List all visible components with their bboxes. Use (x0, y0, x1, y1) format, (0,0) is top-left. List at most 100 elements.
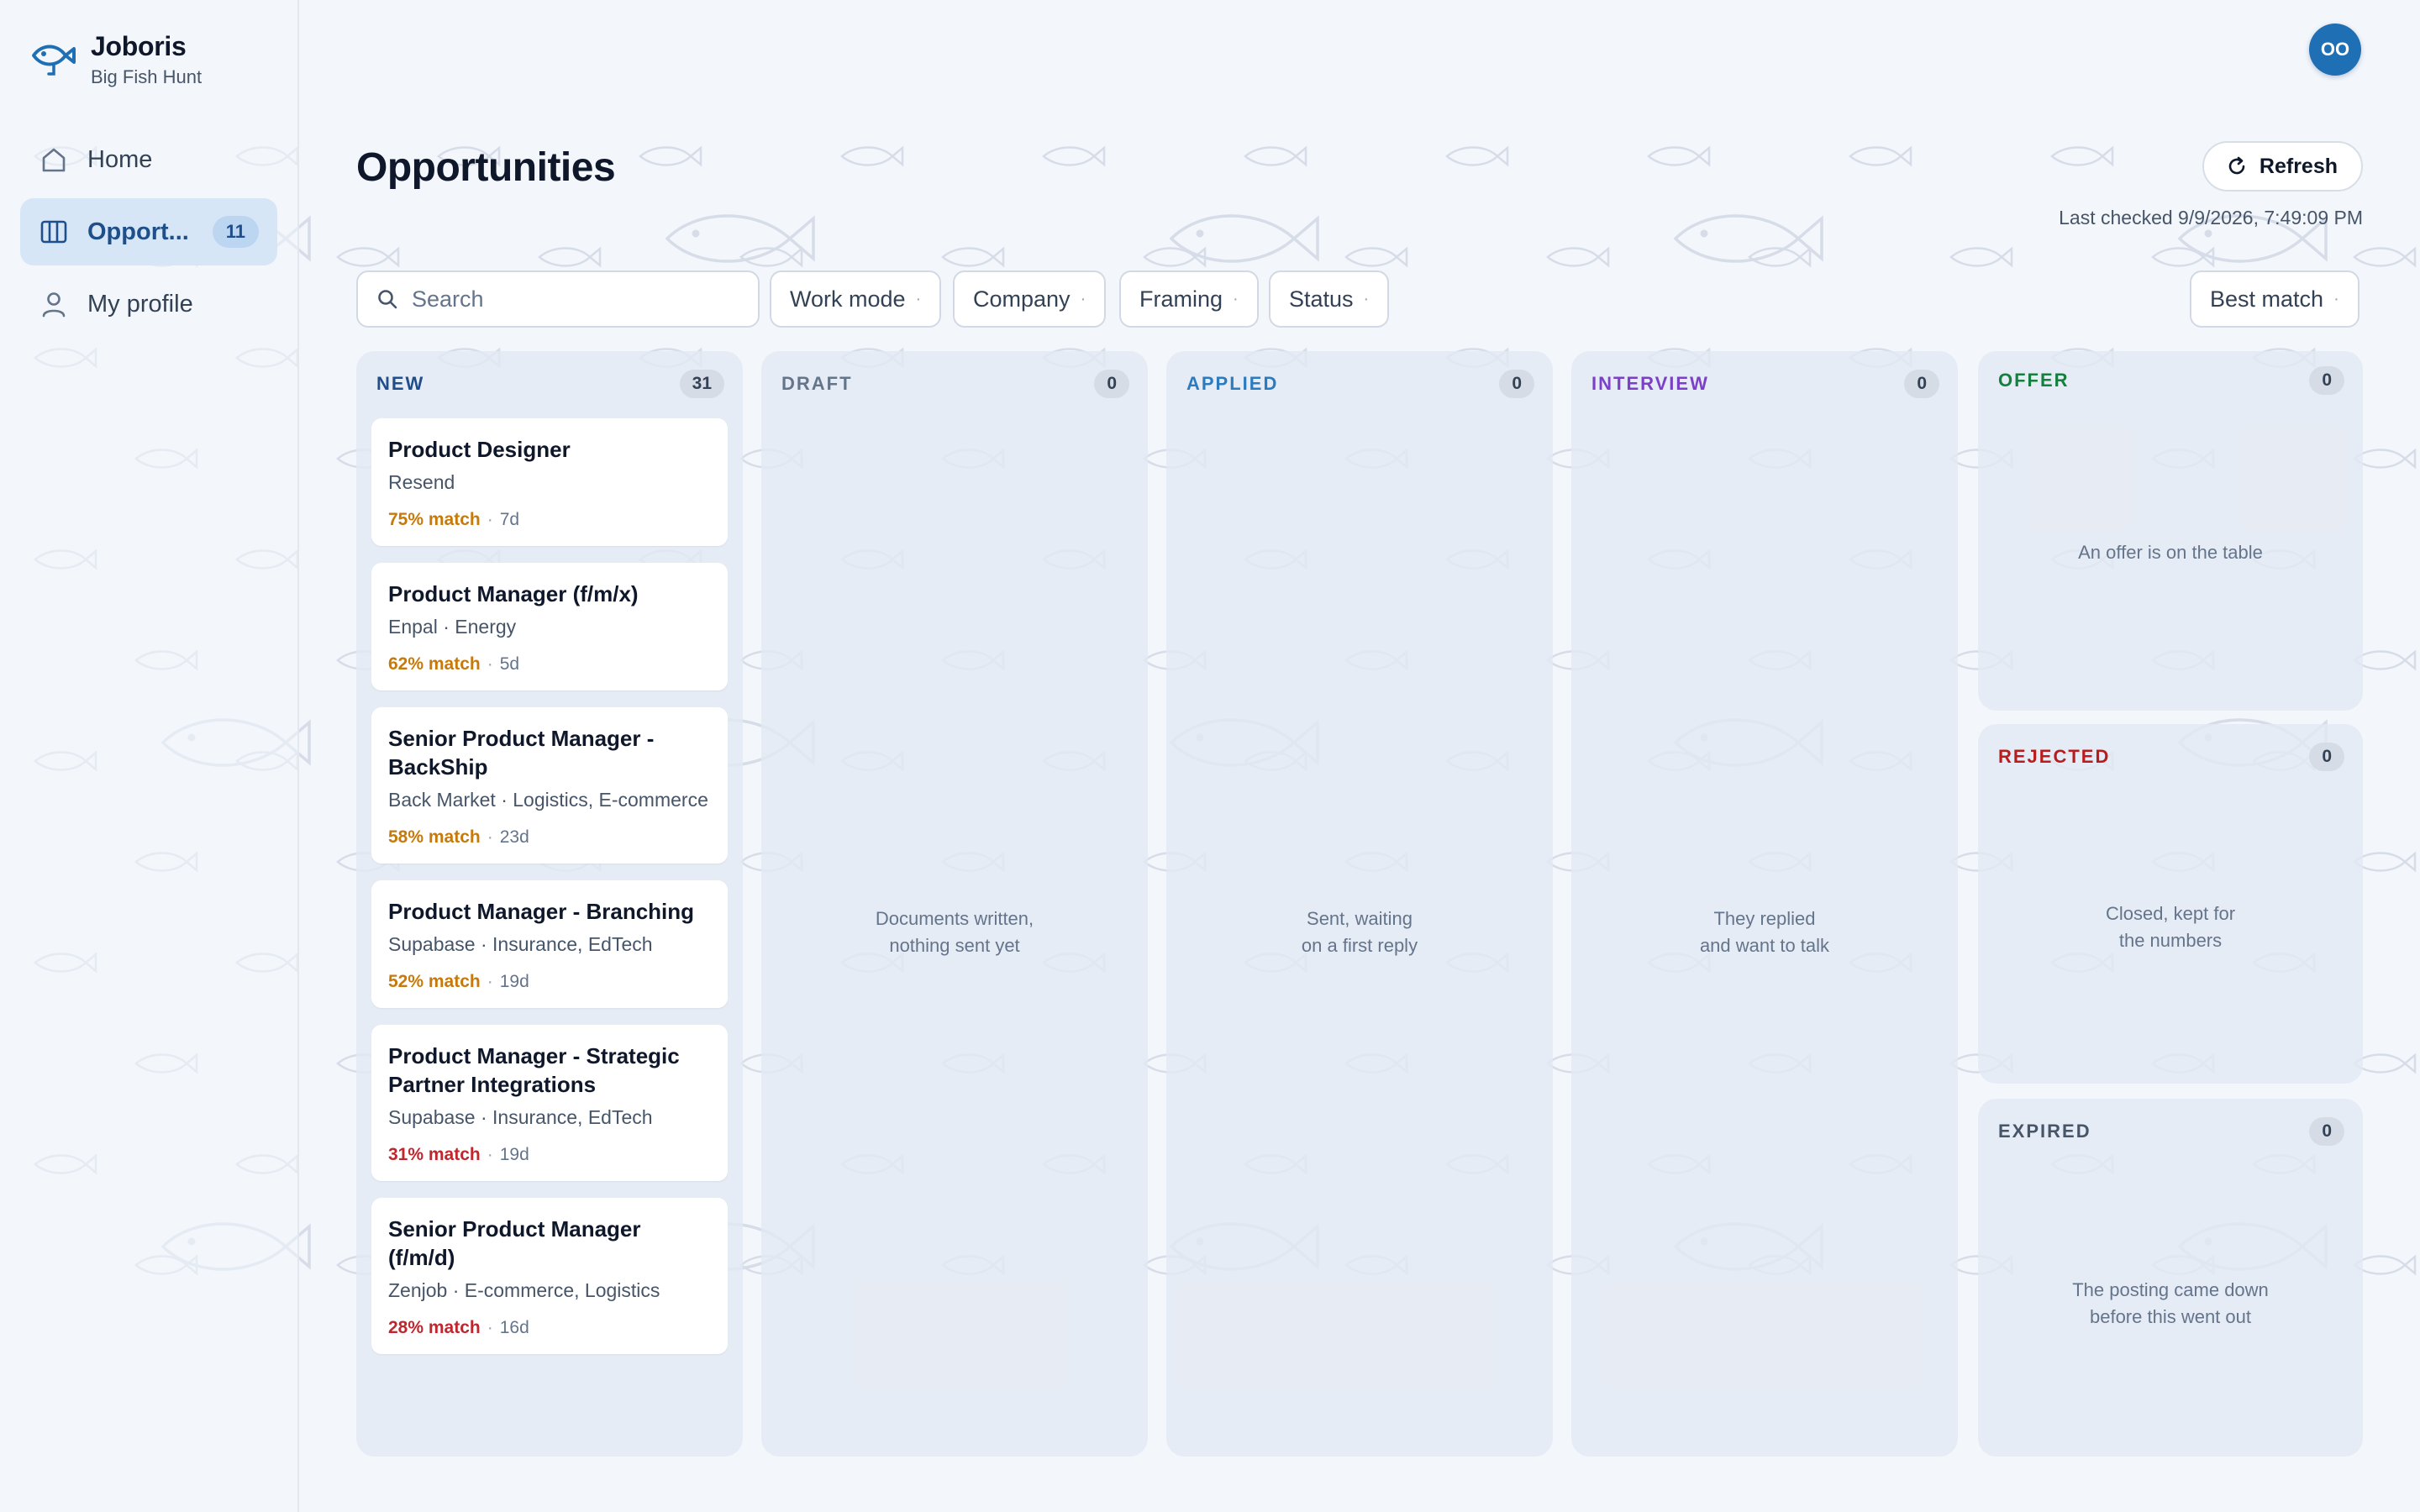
job-company: Resend (388, 471, 455, 493)
job-footer: 62% match · 5d (388, 640, 711, 690)
column-count-badge: 0 (2309, 1117, 2344, 1146)
sidebar-item-label: My profile (87, 290, 193, 318)
job-title: Senior Product Manager (f/m/d) (388, 1216, 641, 1270)
search-icon (378, 290, 397, 309)
sidebar-item-home[interactable]: Home (20, 126, 277, 193)
column-count-badge: 0 (2309, 366, 2344, 395)
column-rejected: REJECTED 0 Closed, kept for the numbers (1978, 724, 2363, 1084)
column-title: EXPIRED (1998, 1121, 2091, 1142)
status-filter[interactable]: Status · (1269, 270, 1390, 328)
column-applied: APPLIED 0 Sent, waiting on a first reply (1166, 351, 1553, 1457)
fish-pattern-small (2353, 449, 2417, 469)
column-count-badge: 0 (1904, 370, 1939, 398)
search-input[interactable] (412, 286, 731, 312)
column-empty-message: Documents written, nothing sent yet (761, 906, 1148, 959)
dropdown-dot-icon: · (1233, 289, 1239, 308)
job-footer: 31% match · 19d (388, 1131, 711, 1181)
separator-dot: · (487, 510, 493, 529)
separator-dot: · (487, 654, 493, 674)
column-interview: INTERVIEW 0 They replied and want to tal… (1571, 351, 1958, 1457)
empty-line: An offer is on the table (2078, 542, 2263, 563)
sidebar-nav: Home Opport... 11 My profile (20, 126, 277, 343)
job-card[interactable]: Senior Product Manager - BackShip Back M… (371, 707, 728, 864)
sort-dropdown-label: Best match (2210, 286, 2324, 312)
company-filter[interactable]: Company · (953, 270, 1107, 328)
status-filter-label: Status (1289, 286, 1354, 312)
column-expired: EXPIRED 0 The posting came down before t… (1978, 1099, 2363, 1457)
column-count-badge: 31 (679, 370, 724, 398)
column-count-badge: 0 (2309, 743, 2344, 771)
empty-line: The posting came down (2072, 1279, 2269, 1300)
column-header: REJECTED 0 (1998, 741, 2344, 773)
app-tagline: Big Fish Hunt (91, 66, 203, 87)
job-title: Product Manager - Branching (388, 899, 695, 924)
job-footer: 52% match · 19d (388, 958, 711, 1008)
column-count-badge: 0 (1094, 370, 1129, 398)
sidebar-item-my-profile[interactable]: My profile (20, 270, 277, 338)
match-score: 28% match (388, 1318, 481, 1337)
job-title: Senior Product Manager - BackShip (388, 726, 655, 780)
fish-pattern-small (2353, 1255, 2417, 1275)
dropdown-dot-icon: · (2333, 289, 2339, 308)
column-empty-message: The posting came down before this went o… (1978, 1277, 2363, 1331)
main-content: Opportunities Refresh Last checked 9/9/2… (356, 0, 2363, 1512)
job-card[interactable]: Product Manager - Branching Supabase · I… (371, 880, 728, 1008)
board-icon (40, 220, 67, 244)
job-card[interactable]: Product Manager - Strategic Partner Inte… (371, 1025, 728, 1181)
job-title: Product Manager - Strategic Partner Inte… (388, 1043, 680, 1097)
column-header: DRAFT 0 (781, 368, 1129, 400)
column-header: NEW 31 (376, 368, 724, 400)
framing-filter[interactable]: Framing · (1119, 270, 1259, 328)
user-avatar[interactable]: OO (2309, 24, 2361, 76)
job-card[interactable]: Senior Product Manager (f/m/d) Zenjob · … (371, 1198, 728, 1354)
job-company: Enpal · Energy (388, 616, 517, 638)
job-card[interactable]: Product Manager (f/m/x) Enpal · Energy 6… (371, 563, 728, 690)
refresh-icon (2228, 156, 2245, 175)
match-score: 52% match (388, 972, 481, 991)
empty-line: Documents written, (875, 908, 1034, 929)
dropdown-dot-icon: · (1080, 289, 1086, 308)
fish-pattern-small (2353, 247, 2417, 267)
filter-bar: Work mode · Company · Framing · Status ·… (356, 270, 2363, 328)
page-title: Opportunities (356, 145, 616, 190)
job-company: Back Market · Logistics, E-commerce (388, 789, 708, 811)
sidebar-item-opportunities[interactable]: Opport... 11 (20, 198, 277, 265)
job-company: Supabase · Insurance, EdTech (388, 1106, 653, 1128)
empty-line: the numbers (2118, 930, 2223, 951)
column-title: OFFER (1998, 370, 2070, 391)
job-footer: 58% match · 23d (388, 813, 711, 864)
job-footer: 75% match · 7d (388, 496, 711, 546)
work-mode-filter-label: Work mode (790, 286, 906, 312)
search-box[interactable] (356, 270, 760, 328)
empty-line: Closed, kept for (2105, 903, 2236, 924)
job-card[interactable]: Product Designer Resend 75% match · 7d (371, 418, 728, 546)
job-age: 16d (499, 1318, 529, 1337)
refresh-button[interactable]: Refresh (2202, 141, 2363, 192)
home-icon (42, 148, 66, 172)
sidebar-item-label: Opport... (87, 218, 189, 245)
empty-line: They replied (1713, 908, 1816, 929)
fish-pattern-small (2353, 650, 2417, 670)
dropdown-dot-icon: · (1363, 289, 1370, 308)
column-header: OFFER 0 (1998, 365, 2344, 396)
column-header: INTERVIEW 0 (1591, 368, 1939, 400)
card-list: Product Designer Resend 75% match · 7d Pro… (371, 418, 728, 1440)
job-age: 19d (499, 1145, 529, 1164)
column-title: REJECTED (1998, 746, 2111, 767)
sort-dropdown[interactable]: Best match · (2190, 270, 2360, 328)
user-icon (42, 292, 66, 318)
job-age: 23d (499, 827, 529, 847)
empty-line: on a first reply (1301, 935, 1418, 956)
brand[interactable]: Joboris Big Fish Hunt (29, 30, 202, 89)
empty-line: before this went out (2089, 1306, 2251, 1327)
fish-logo-icon (32, 45, 76, 76)
column-new: NEW 31 Product Designer Resend 75% match… (356, 351, 743, 1457)
job-age: 7d (499, 510, 520, 529)
framing-filter-label: Framing (1139, 286, 1223, 312)
match-score: 31% match (388, 1145, 481, 1164)
work-mode-filter[interactable]: Work mode · (770, 270, 942, 328)
fish-pattern-small (2353, 852, 2417, 872)
last-checked-timestamp: Last checked 9/9/2026, 7:49:09 PM (2059, 207, 2363, 228)
column-header: APPLIED 0 (1186, 368, 1534, 400)
job-company: Zenjob · E-commerce, Logistics (388, 1279, 660, 1301)
